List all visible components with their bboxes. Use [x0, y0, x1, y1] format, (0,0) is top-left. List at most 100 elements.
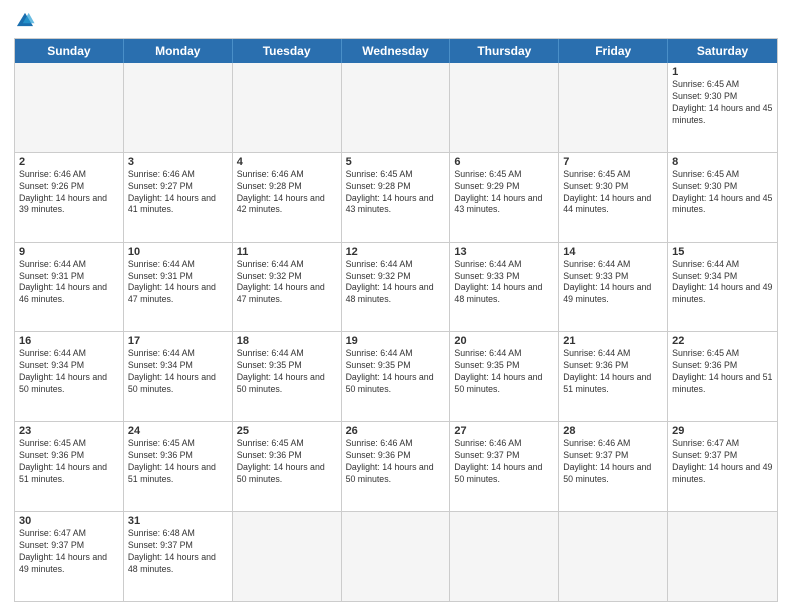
- cell-text: Sunrise: 6:44 AMSunset: 9:35 PMDaylight:…: [237, 348, 337, 396]
- cal-cell-30: 30Sunrise: 6:47 AMSunset: 9:37 PMDayligh…: [15, 512, 124, 601]
- day-number: 9: [19, 246, 119, 258]
- cal-cell-empty: [233, 63, 342, 152]
- cal-cell-12: 12Sunrise: 6:44 AMSunset: 9:32 PMDayligh…: [342, 243, 451, 332]
- day-number: 8: [672, 156, 773, 168]
- cell-text: Sunrise: 6:44 AMSunset: 9:36 PMDaylight:…: [563, 348, 663, 396]
- cell-text: Sunrise: 6:46 AMSunset: 9:37 PMDaylight:…: [454, 438, 554, 486]
- day-header-friday: Friday: [559, 39, 668, 63]
- day-number: 20: [454, 335, 554, 347]
- day-number: 14: [563, 246, 663, 258]
- cal-cell-7: 7Sunrise: 6:45 AMSunset: 9:30 PMDaylight…: [559, 153, 668, 242]
- day-number: 23: [19, 425, 119, 437]
- cal-cell-empty: [559, 512, 668, 601]
- day-header-saturday: Saturday: [668, 39, 777, 63]
- cal-cell-empty: [15, 63, 124, 152]
- cal-cell-2: 2Sunrise: 6:46 AMSunset: 9:26 PMDaylight…: [15, 153, 124, 242]
- calendar-week-1: 2Sunrise: 6:46 AMSunset: 9:26 PMDaylight…: [15, 152, 777, 242]
- day-number: 4: [237, 156, 337, 168]
- day-number: 16: [19, 335, 119, 347]
- day-header-wednesday: Wednesday: [342, 39, 451, 63]
- calendar: SundayMondayTuesdayWednesdayThursdayFrid…: [14, 38, 778, 602]
- cell-text: Sunrise: 6:45 AMSunset: 9:36 PMDaylight:…: [128, 438, 228, 486]
- day-header-sunday: Sunday: [15, 39, 124, 63]
- day-number: 15: [672, 246, 773, 258]
- day-number: 29: [672, 425, 773, 437]
- day-header-thursday: Thursday: [450, 39, 559, 63]
- cell-text: Sunrise: 6:46 AMSunset: 9:27 PMDaylight:…: [128, 169, 228, 217]
- cal-cell-empty: [233, 512, 342, 601]
- page: SundayMondayTuesdayWednesdayThursdayFrid…: [0, 0, 792, 612]
- cal-cell-26: 26Sunrise: 6:46 AMSunset: 9:36 PMDayligh…: [342, 422, 451, 511]
- header: [14, 10, 778, 32]
- day-number: 19: [346, 335, 446, 347]
- calendar-body: 1Sunrise: 6:45 AMSunset: 9:30 PMDaylight…: [15, 63, 777, 601]
- cal-cell-20: 20Sunrise: 6:44 AMSunset: 9:35 PMDayligh…: [450, 332, 559, 421]
- day-number: 27: [454, 425, 554, 437]
- day-number: 24: [128, 425, 228, 437]
- day-number: 30: [19, 515, 119, 527]
- cal-cell-14: 14Sunrise: 6:44 AMSunset: 9:33 PMDayligh…: [559, 243, 668, 332]
- cell-text: Sunrise: 6:44 AMSunset: 9:31 PMDaylight:…: [19, 259, 119, 307]
- cal-cell-empty: [668, 512, 777, 601]
- cell-text: Sunrise: 6:45 AMSunset: 9:36 PMDaylight:…: [672, 348, 773, 396]
- cal-cell-25: 25Sunrise: 6:45 AMSunset: 9:36 PMDayligh…: [233, 422, 342, 511]
- cell-text: Sunrise: 6:45 AMSunset: 9:28 PMDaylight:…: [346, 169, 446, 217]
- cal-cell-18: 18Sunrise: 6:44 AMSunset: 9:35 PMDayligh…: [233, 332, 342, 421]
- cal-cell-1: 1Sunrise: 6:45 AMSunset: 9:30 PMDaylight…: [668, 63, 777, 152]
- cell-text: Sunrise: 6:45 AMSunset: 9:36 PMDaylight:…: [237, 438, 337, 486]
- cell-text: Sunrise: 6:44 AMSunset: 9:31 PMDaylight:…: [128, 259, 228, 307]
- cal-cell-22: 22Sunrise: 6:45 AMSunset: 9:36 PMDayligh…: [668, 332, 777, 421]
- day-number: 2: [19, 156, 119, 168]
- cell-text: Sunrise: 6:46 AMSunset: 9:28 PMDaylight:…: [237, 169, 337, 217]
- cal-cell-empty: [450, 512, 559, 601]
- day-number: 7: [563, 156, 663, 168]
- cell-text: Sunrise: 6:44 AMSunset: 9:34 PMDaylight:…: [128, 348, 228, 396]
- logo-icon: [14, 10, 36, 32]
- day-number: 10: [128, 246, 228, 258]
- cal-cell-13: 13Sunrise: 6:44 AMSunset: 9:33 PMDayligh…: [450, 243, 559, 332]
- cal-cell-empty: [342, 63, 451, 152]
- cal-cell-4: 4Sunrise: 6:46 AMSunset: 9:28 PMDaylight…: [233, 153, 342, 242]
- cal-cell-empty: [124, 63, 233, 152]
- day-number: 31: [128, 515, 228, 527]
- cal-cell-6: 6Sunrise: 6:45 AMSunset: 9:29 PMDaylight…: [450, 153, 559, 242]
- cell-text: Sunrise: 6:44 AMSunset: 9:33 PMDaylight:…: [563, 259, 663, 307]
- cell-text: Sunrise: 6:44 AMSunset: 9:34 PMDaylight:…: [19, 348, 119, 396]
- cell-text: Sunrise: 6:47 AMSunset: 9:37 PMDaylight:…: [19, 528, 119, 576]
- cal-cell-27: 27Sunrise: 6:46 AMSunset: 9:37 PMDayligh…: [450, 422, 559, 511]
- day-number: 6: [454, 156, 554, 168]
- cal-cell-15: 15Sunrise: 6:44 AMSunset: 9:34 PMDayligh…: [668, 243, 777, 332]
- cal-cell-10: 10Sunrise: 6:44 AMSunset: 9:31 PMDayligh…: [124, 243, 233, 332]
- cal-cell-19: 19Sunrise: 6:44 AMSunset: 9:35 PMDayligh…: [342, 332, 451, 421]
- cell-text: Sunrise: 6:45 AMSunset: 9:30 PMDaylight:…: [672, 169, 773, 217]
- cell-text: Sunrise: 6:44 AMSunset: 9:35 PMDaylight:…: [454, 348, 554, 396]
- calendar-week-3: 16Sunrise: 6:44 AMSunset: 9:34 PMDayligh…: [15, 331, 777, 421]
- day-number: 1: [672, 66, 773, 78]
- day-number: 18: [237, 335, 337, 347]
- calendar-week-4: 23 Sunrise: 6:45 AMSunset: 9:36 PMDayligh…: [15, 421, 777, 511]
- logo: [14, 10, 40, 32]
- cal-cell-3: 3Sunrise: 6:46 AMSunset: 9:27 PMDaylight…: [124, 153, 233, 242]
- calendar-week-5: 30Sunrise: 6:47 AMSunset: 9:37 PMDayligh…: [15, 511, 777, 601]
- day-number: 21: [563, 335, 663, 347]
- cal-cell-5: 5Sunrise: 6:45 AMSunset: 9:28 PMDaylight…: [342, 153, 451, 242]
- cal-cell-23: 23Sunrise: 6:45 AMSunset: 9:36 PMDayligh…: [15, 422, 124, 511]
- day-header-monday: Monday: [124, 39, 233, 63]
- day-number: 26: [346, 425, 446, 437]
- day-number: 3: [128, 156, 228, 168]
- cal-cell-28: 28Sunrise: 6:46 AMSunset: 9:37 PMDayligh…: [559, 422, 668, 511]
- cal-cell-8: 8Sunrise: 6:45 AMSunset: 9:30 PMDaylight…: [668, 153, 777, 242]
- cell-text: Sunrise: 6:44 AMSunset: 9:34 PMDaylight:…: [672, 259, 773, 307]
- cell-text: Sunrise: 6:46 AMSunset: 9:36 PMDaylight:…: [346, 438, 446, 486]
- day-number: 25: [237, 425, 337, 437]
- day-number: 11: [237, 246, 337, 258]
- day-number: 22: [672, 335, 773, 347]
- cell-text: Sunrise: 6:45 AMSunset: 9:30 PMDaylight:…: [563, 169, 663, 217]
- day-header-tuesday: Tuesday: [233, 39, 342, 63]
- day-number: 17: [128, 335, 228, 347]
- cell-text: Sunrise: 6:46 AMSunset: 9:37 PMDaylight:…: [563, 438, 663, 486]
- cal-cell-31: 31Sunrise: 6:48 AMSunset: 9:37 PMDayligh…: [124, 512, 233, 601]
- cell-text: Sunrise: 6:45 AMSunset: 9:30 PMDaylight:…: [672, 79, 773, 127]
- cell-text: Sunrise: 6:44 AMSunset: 9:32 PMDaylight:…: [237, 259, 337, 307]
- day-number: 13: [454, 246, 554, 258]
